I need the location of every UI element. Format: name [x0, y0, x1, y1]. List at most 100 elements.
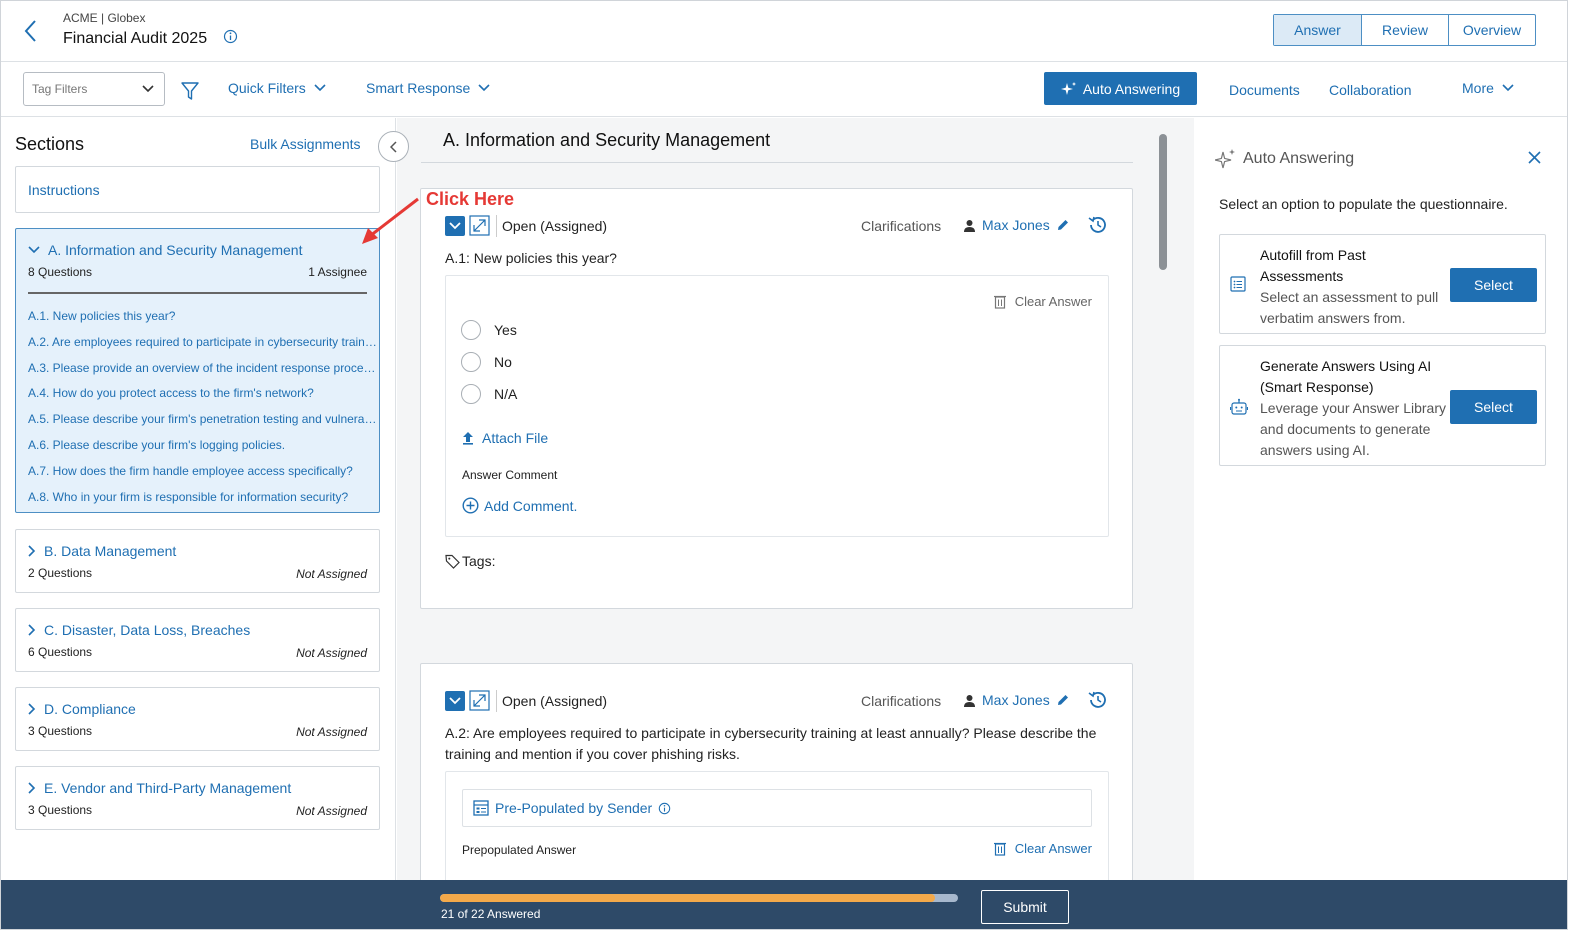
- question-link[interactable]: A.7. How does the firm handle employee a…: [28, 464, 378, 490]
- tag-filters-select[interactable]: Tag Filters: [23, 72, 165, 106]
- section-title[interactable]: E. Vendor and Third-Party Management: [28, 780, 291, 796]
- section-card-b[interactable]: B. Data Management 2 Questions Not Assig…: [15, 529, 380, 593]
- clear-answer-button[interactable]: Clear Answer: [993, 841, 1092, 856]
- info-icon[interactable]: [658, 802, 671, 815]
- filter-icon[interactable]: [180, 81, 200, 101]
- assignee-link[interactable]: Max Jones: [963, 692, 1070, 708]
- panel-title: Auto Answering: [1243, 150, 1355, 167]
- question-link[interactable]: A.1. New policies this year?: [28, 309, 378, 335]
- list-icon: [1230, 276, 1246, 292]
- section-card-a[interactable]: A. Information and Security Management 8…: [15, 228, 380, 513]
- question-status: Open (Assigned): [502, 693, 608, 709]
- radio-no[interactable]: No: [461, 352, 512, 372]
- progress-bar: [440, 894, 958, 902]
- section-heading: A. Information and Security Management: [443, 130, 771, 150]
- question-label: A.2:: [445, 725, 470, 741]
- question-link[interactable]: A.6. Please describe your firm's logging…: [28, 438, 378, 464]
- attach-file-button[interactable]: Attach File: [462, 430, 548, 446]
- collapse-sidebar-button[interactable]: [378, 131, 409, 162]
- question-card-a1: Open (Assigned) Clarifications Max Jones…: [420, 188, 1133, 609]
- chevron-down-icon: [449, 222, 461, 230]
- question-link[interactable]: A.5. Please describe your firm's penetra…: [28, 412, 378, 438]
- app-window: ACME | Globex Financial Audit 2025 Answe…: [0, 0, 1568, 930]
- radio-circle-icon: [461, 352, 481, 372]
- instructions-card[interactable]: Instructions: [15, 166, 380, 213]
- section-card-c[interactable]: C. Disaster, Data Loss, Breaches 6 Quest…: [15, 608, 380, 672]
- radio-circle-icon: [461, 320, 481, 340]
- clear-answer-label: Clear Answer: [1014, 294, 1092, 309]
- add-comment-button[interactable]: Add Comment.: [462, 497, 577, 514]
- tab-overview[interactable]: Overview: [1448, 15, 1535, 45]
- prepopulated-answer-label: Prepopulated Answer: [462, 843, 577, 857]
- smart-response-dropdown[interactable]: Smart Response: [366, 80, 490, 96]
- assignee-count: 1 Assignee: [308, 265, 367, 279]
- collapse-question-toggle[interactable]: [445, 691, 465, 711]
- chevron-right-icon: [28, 545, 36, 557]
- question-link[interactable]: A.4. How do you protect access to the fi…: [28, 386, 378, 412]
- scrollbar[interactable]: [1159, 134, 1167, 270]
- history-icon[interactable]: [1087, 689, 1109, 711]
- edit-pencil-icon[interactable]: [1056, 693, 1070, 707]
- assignee-name: Max Jones: [982, 217, 1050, 233]
- expand-icon[interactable]: [469, 215, 490, 236]
- quick-filters-dropdown[interactable]: Quick Filters: [228, 80, 326, 96]
- auto-answering-label: Auto Answering: [1082, 80, 1181, 97]
- more-dropdown[interactable]: More: [1462, 80, 1514, 96]
- question-count: 6 Questions: [28, 645, 93, 659]
- question-body: Are employees required to participate in…: [445, 725, 1097, 762]
- generate-ai-option-card: Generate Answers Using AI (Smart Respons…: [1219, 345, 1546, 466]
- chevron-down-icon: [314, 84, 326, 92]
- divider: [496, 690, 497, 712]
- section-title[interactable]: A. Information and Security Management: [28, 242, 302, 258]
- question-pane: A. Information and Security Management O…: [397, 118, 1194, 880]
- radio-yes[interactable]: Yes: [461, 320, 517, 340]
- assignee-name: Max Jones: [982, 692, 1050, 708]
- bulk-assignments-link[interactable]: Bulk Assignments: [250, 136, 361, 152]
- progress-fill: [440, 894, 935, 902]
- radio-na[interactable]: N/A: [461, 384, 517, 404]
- question-link[interactable]: A.3. Please provide an overview of the i…: [28, 361, 378, 387]
- history-icon[interactable]: [1087, 214, 1109, 236]
- tag-icon: [445, 554, 460, 569]
- auto-answering-panel: Auto Answering Select an option to popul…: [1195, 118, 1567, 880]
- section-title[interactable]: D. Compliance: [28, 701, 136, 717]
- plus-circle-icon: [462, 497, 479, 514]
- expand-icon[interactable]: [469, 690, 490, 711]
- select-generate-ai-button[interactable]: Select: [1450, 390, 1537, 424]
- chevron-left-icon: [389, 140, 398, 153]
- section-title[interactable]: B. Data Management: [28, 543, 176, 559]
- clear-answer-label: Clear Answer: [1014, 841, 1092, 856]
- close-icon[interactable]: [1528, 151, 1541, 164]
- smart-response-label: Smart Response: [366, 80, 471, 96]
- tab-answer[interactable]: Answer: [1274, 15, 1361, 45]
- section-card-d[interactable]: D. Compliance 3 Questions Not Assigned: [15, 687, 380, 751]
- question-label: A.1:: [445, 250, 470, 266]
- documents-link[interactable]: Documents: [1229, 82, 1300, 98]
- section-card-e[interactable]: E. Vendor and Third-Party Management 3 Q…: [15, 766, 380, 830]
- collaboration-link[interactable]: Collaboration: [1329, 82, 1412, 98]
- collapse-question-toggle[interactable]: [445, 216, 465, 236]
- assignment-status: Not Assigned: [296, 646, 367, 660]
- prepopulated-box: Pre-Populated by Sender Prepopulated Ans…: [445, 771, 1109, 880]
- auto-answering-button[interactable]: Auto Answering: [1044, 72, 1197, 105]
- select-autofill-button[interactable]: Select: [1450, 268, 1537, 302]
- answer-box: Clear Answer Yes No N/A Attach File Answ…: [445, 275, 1109, 537]
- add-comment-label: Add Comment.: [484, 497, 578, 514]
- back-arrow-icon[interactable]: [21, 17, 41, 45]
- tab-review[interactable]: Review: [1361, 15, 1448, 45]
- annotation-arrow-icon: [356, 194, 426, 248]
- section-title[interactable]: C. Disaster, Data Loss, Breaches: [28, 622, 250, 638]
- sections-heading: Sections: [15, 134, 85, 154]
- section-title-label: D. Compliance: [44, 701, 136, 717]
- question-link[interactable]: A.2. Are employees required to participa…: [28, 335, 378, 361]
- clarifications-link[interactable]: Clarifications: [861, 218, 941, 234]
- question-count: 3 Questions: [28, 724, 93, 738]
- progress-text: 21 of 22 Answered: [441, 907, 541, 921]
- edit-pencil-icon[interactable]: [1056, 218, 1070, 232]
- question-link[interactable]: A.8. Who in your firm is responsible for…: [28, 490, 378, 516]
- info-icon[interactable]: [223, 29, 238, 44]
- assignee-link[interactable]: Max Jones: [963, 217, 1070, 233]
- submit-button[interactable]: Submit: [981, 890, 1069, 924]
- clear-answer-button[interactable]: Clear Answer: [993, 294, 1092, 309]
- clarifications-link[interactable]: Clarifications: [861, 693, 941, 709]
